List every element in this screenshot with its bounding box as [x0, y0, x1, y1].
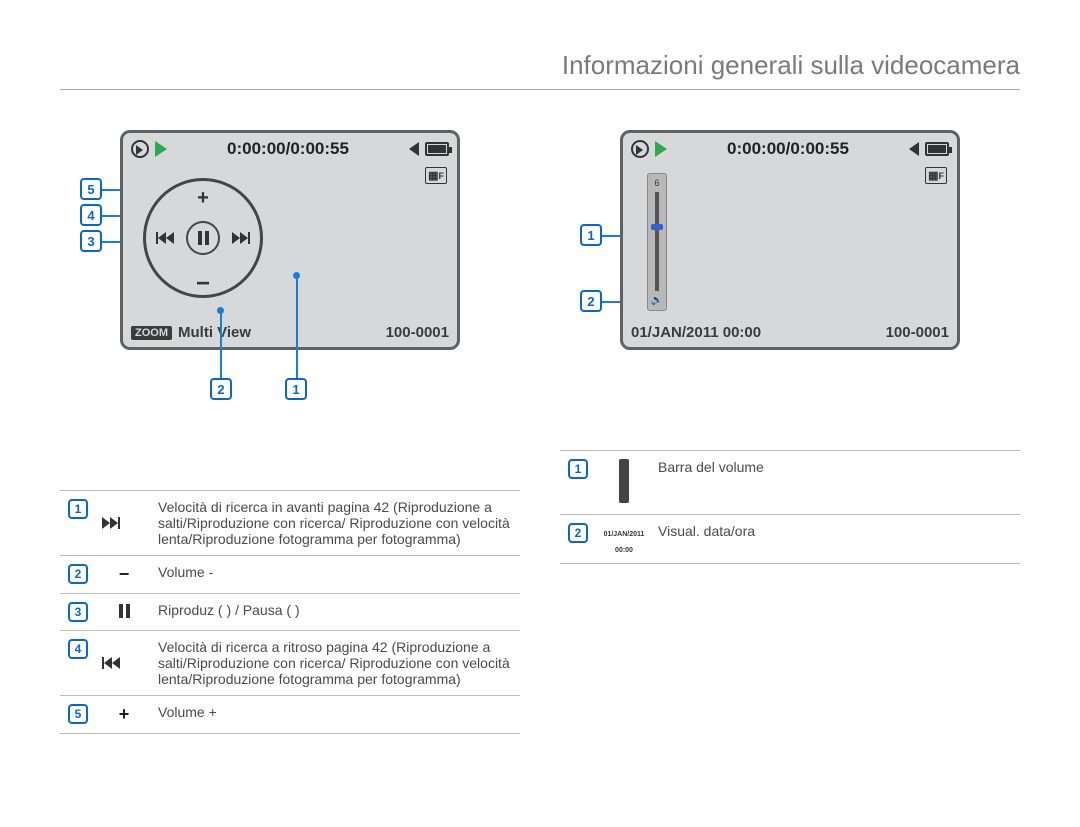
- table-row: 4 Velocità di ricerca a ritroso pagina 4…: [60, 631, 520, 696]
- plus-icon: +: [119, 704, 130, 724]
- callout-5: 5: [80, 178, 102, 200]
- timecode: 0:00:00/0:00:55: [227, 139, 349, 159]
- zoom-label: ZOOM: [131, 326, 172, 340]
- file-number: 100-0001: [386, 324, 449, 341]
- legend-num: 2: [568, 523, 588, 543]
- battery-icon: [425, 142, 449, 156]
- speaker-icon: 🔊: [651, 295, 663, 306]
- volume-bar-icon: [619, 459, 629, 503]
- volume-track[interactable]: [655, 192, 659, 291]
- fast-forward-icon[interactable]: [232, 232, 250, 244]
- table-row: 3 Riproduz ( ) / Pausa ( ): [60, 594, 520, 631]
- battery-icon: [925, 142, 949, 156]
- legend-text: Riproduz ( ) / Pausa ( ): [152, 594, 520, 631]
- rewind-icon: [102, 657, 146, 669]
- legend-table-left: 1 Velocità di ricerca in avanti pagina 4…: [60, 490, 520, 734]
- volume-value: 6: [654, 178, 659, 188]
- legend-text: Volume +: [152, 696, 520, 734]
- table-row: 5 + Volume +: [60, 696, 520, 734]
- table-row: 1 Velocità di ricerca in avanti pagina 4…: [60, 491, 520, 556]
- callout-2: 2: [210, 378, 232, 400]
- column-left: 5 4 3 0:00:00/0:00:55: [60, 130, 520, 734]
- legend-text: Velocità di ricerca in avanti pagina 42 …: [152, 491, 520, 556]
- column-right: 1 2 0:00:00/0:00:55 ▦F: [560, 130, 1020, 734]
- multiview-label: Multi View: [178, 324, 251, 341]
- play-pause-button[interactable]: [186, 221, 220, 255]
- legend-num: 1: [568, 459, 588, 479]
- lcd-screen-left: 0:00:00/0:00:55 ▦F + −: [120, 130, 460, 350]
- page-title: Informazioni generali sulla videocamera: [60, 50, 1020, 90]
- play-status-icon: [655, 141, 667, 157]
- quality-badge: ▦F: [425, 167, 447, 184]
- table-row: 1 Barra del volume: [560, 451, 1020, 515]
- legend-text: Visual. data/ora: [652, 515, 1020, 564]
- callout-3: 3: [80, 230, 102, 252]
- control-wheel[interactable]: + −: [143, 178, 263, 298]
- table-row: 2 − Volume -: [60, 556, 520, 594]
- quality-badge: ▦F: [925, 167, 947, 184]
- table-row: 2 01/JAN/2011 00:00 Visual. data/ora: [560, 515, 1020, 564]
- date-icon: 01/JAN/2011 00:00: [604, 531, 645, 554]
- mode-icon: [131, 140, 149, 158]
- date-time-display: 01/JAN/2011 00:00: [631, 324, 761, 341]
- legend-num: 1: [68, 499, 88, 519]
- minus-icon: −: [119, 564, 130, 584]
- callout-1: 1: [285, 378, 307, 400]
- legend-num: 4: [68, 639, 88, 659]
- legend-num: 3: [68, 602, 88, 622]
- fast-forward-icon: [102, 517, 146, 529]
- volume-thumb[interactable]: [651, 224, 663, 230]
- legend-table-right: 1 Barra del volume 2 01/JAN/2011 00:00 V…: [560, 450, 1020, 564]
- callout-r2: 2: [580, 290, 602, 312]
- lcd-screen-right: 0:00:00/0:00:55 ▦F 6 🔊 01/JAN/2011 00:00…: [620, 130, 960, 350]
- callout-4: 4: [80, 204, 102, 226]
- volume-plus-icon[interactable]: +: [197, 187, 209, 210]
- callout-r1: 1: [580, 224, 602, 246]
- play-status-icon: [155, 141, 167, 157]
- legend-num: 2: [68, 564, 88, 584]
- legend-text: Barra del volume: [652, 451, 1020, 515]
- file-number: 100-0001: [886, 324, 949, 341]
- back-icon[interactable]: [409, 142, 419, 156]
- rewind-icon[interactable]: [156, 232, 174, 244]
- legend-text: Velocità di ricerca a ritroso pagina 42 …: [152, 631, 520, 696]
- legend-text: Volume -: [152, 556, 520, 594]
- legend-num: 5: [68, 704, 88, 724]
- volume-bar[interactable]: 6 🔊: [647, 173, 667, 311]
- pause-icon: [119, 604, 130, 618]
- volume-minus-icon[interactable]: −: [196, 279, 210, 289]
- back-icon[interactable]: [909, 142, 919, 156]
- mode-icon: [631, 140, 649, 158]
- timecode: 0:00:00/0:00:55: [727, 139, 849, 159]
